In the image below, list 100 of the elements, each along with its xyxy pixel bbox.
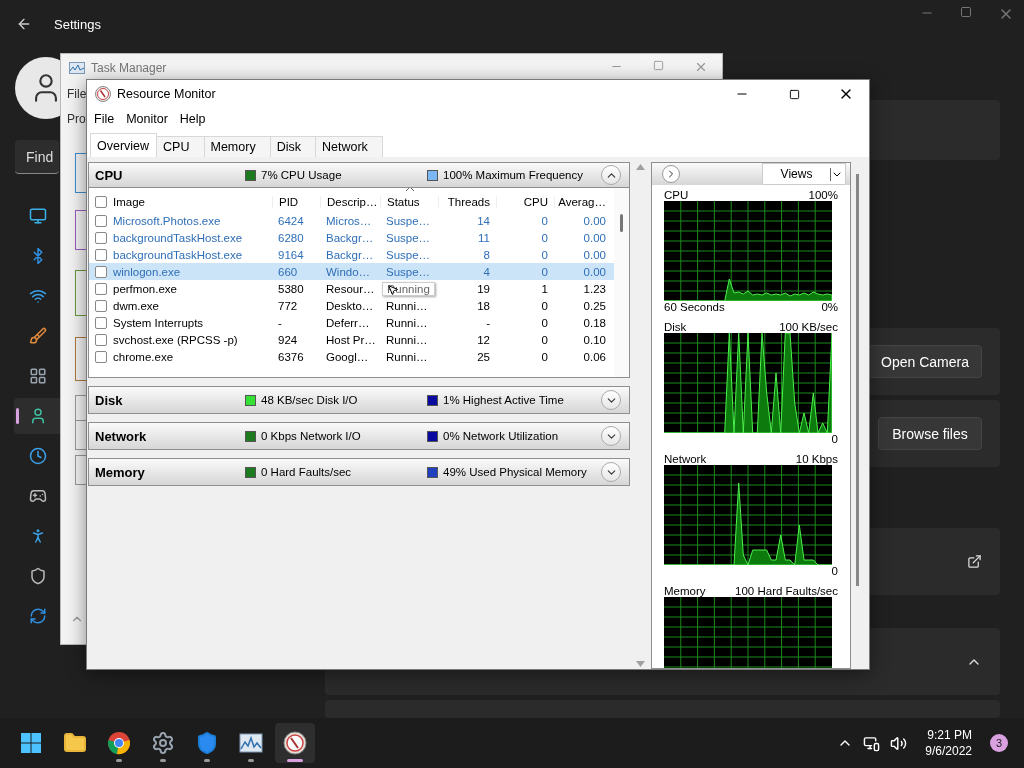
section-title: CPU: [95, 167, 124, 183]
process-row[interactable]: backgroundTaskHost.exe 6280 Backgr… Suspe… 11 0 0.00: [89, 229, 614, 246]
chart-icon: [239, 733, 263, 753]
column-header[interactable]: Averag…: [554, 196, 612, 208]
table-cell: 0.18: [583, 316, 606, 329]
checkbox[interactable]: [95, 214, 107, 227]
section-header[interactable]: Network 0 Kbps Network I/O 0% Network Utilization: [88, 422, 630, 450]
table-cell: 0: [541, 350, 548, 363]
checkbox[interactable]: [95, 196, 107, 208]
table-cell: 0.06: [583, 350, 606, 363]
process-row[interactable]: winlogon.exe 660 Windo… Suspe… 4 0 0.00: [89, 263, 614, 280]
external-link-icon[interactable]: [967, 554, 982, 569]
menu-item[interactable]: Pro: [61, 107, 86, 132]
notification-badge[interactable]: 3: [990, 734, 1008, 752]
column-header[interactable]: Threads: [438, 196, 496, 208]
section-title: Network: [95, 428, 148, 444]
tab[interactable]: Disk: [269, 136, 316, 157]
stat-text: 49% Used Physical Memory: [427, 466, 601, 478]
menu-item[interactable]: File: [61, 82, 87, 107]
back-icon[interactable]: [16, 16, 32, 32]
section-title: Memory: [95, 464, 146, 480]
process-row[interactable]: Microsoft.Photos.exe 6424 Micros… Suspe… 14 0 0.00: [89, 212, 614, 229]
checkbox[interactable]: [95, 231, 107, 244]
start-icon: [20, 732, 42, 754]
time-text: 9:21 PM: [927, 727, 972, 743]
tab[interactable]: Overview: [90, 133, 158, 157]
window-title: Task Manager: [91, 61, 167, 75]
table-cell: Resour…: [326, 282, 375, 295]
table-cell: perfmon.exe: [95, 282, 177, 295]
display-icon: [29, 207, 47, 225]
checkbox[interactable]: [95, 265, 107, 278]
tab[interactable]: Network: [314, 136, 383, 157]
volume-icon[interactable]: [890, 734, 908, 752]
table-cell: backgroundTaskHost.exe: [95, 231, 243, 244]
table-cell: 6424: [278, 214, 304, 227]
menu-item[interactable]: Monitor: [126, 112, 168, 126]
section-toggle[interactable]: [601, 426, 621, 446]
table-cell: 0: [541, 231, 548, 244]
process-row[interactable]: chrome.exe 6376 Googl… Runni… 25 0 0.06: [89, 348, 614, 365]
card-button[interactable]: Open Camera: [868, 345, 982, 378]
section-header[interactable]: CPU 7% CPU Usage 100% Maximum Frequency: [88, 162, 630, 188]
section-header[interactable]: Disk 48 KB/sec Disk I/O 1% Highest Active Time: [88, 386, 630, 414]
graph-scale: 0: [831, 433, 838, 445]
graph-scale: 100 Hard Faults/sec: [735, 585, 838, 597]
process-row[interactable]: dwm.exe 772 Deskto… Runni… 18 0 0.25: [89, 297, 614, 314]
tab[interactable]: Memory: [203, 136, 271, 157]
section-title: Disk: [95, 392, 124, 408]
section-toggle[interactable]: [601, 462, 621, 482]
clock[interactable]: 9:21 PM 9/6/2022: [925, 727, 972, 759]
scrollbar[interactable]: [614, 188, 629, 377]
scroll-up-icon[interactable]: [635, 164, 645, 170]
table-cell: 0: [541, 248, 548, 261]
maximize-icon[interactable]: [960, 6, 972, 18]
process-row[interactable]: System Interrupts - Deferr… Runni… - 0 0.18: [89, 314, 614, 331]
taskbar-button[interactable]: [275, 723, 315, 763]
process-row[interactable]: svchost.exe (RPCSS -p) 924 Host Pr… Runni… 12 0 0.10: [89, 331, 614, 348]
checkbox[interactable]: [95, 299, 107, 312]
table-cell: 5380: [278, 282, 304, 295]
window-title: Settings: [54, 16, 101, 32]
scroll-down-icon[interactable]: [635, 661, 645, 667]
checkbox[interactable]: [95, 333, 107, 346]
menu-item[interactable]: Help: [179, 112, 206, 126]
table-cell: Runni…: [386, 333, 428, 346]
table-cell: 0.25: [583, 299, 606, 312]
section-header[interactable]: Memory 0 Hard Faults/sec 49% Used Physical Memory: [88, 458, 630, 486]
column-header[interactable]: CPU: [496, 196, 554, 208]
graph-scale: 100%: [808, 189, 838, 201]
views-button[interactable]: Views: [762, 163, 846, 185]
column-header[interactable]: Descrip…: [320, 196, 380, 208]
search-field[interactable]: Find: [15, 140, 59, 174]
table-cell: 924: [278, 333, 298, 346]
expand-button[interactable]: [662, 165, 680, 183]
checkbox[interactable]: [95, 282, 107, 295]
column-header[interactable]: Image: [89, 196, 272, 208]
table-cell: 11: [478, 231, 490, 244]
table-cell: 0.00: [583, 231, 606, 244]
tab[interactable]: CPU: [156, 136, 205, 157]
table-cell: Runni…: [386, 299, 428, 312]
section-toggle[interactable]: [601, 165, 621, 185]
column-header[interactable]: Status: [380, 196, 438, 208]
graph-scale: 10 Kbps: [795, 453, 838, 465]
nav-item[interactable]: [14, 398, 62, 434]
scrollbar[interactable]: [632, 162, 648, 669]
process-row[interactable]: backgroundTaskHost.exe 9164 Backgr… Suspe… 8 0 0.00: [89, 246, 614, 263]
close-icon[interactable]: [694, 60, 708, 74]
checkbox[interactable]: [95, 316, 107, 329]
section-toggle[interactable]: [601, 390, 621, 410]
checkbox[interactable]: [95, 350, 107, 363]
table-cell: Backgr…: [326, 231, 374, 244]
table-cell: backgroundTaskHost.exe: [95, 248, 243, 261]
graph-label: 60 Seconds: [664, 301, 725, 313]
table-cell: 9164: [278, 248, 304, 261]
column-header[interactable]: PID: [272, 196, 320, 208]
card-button[interactable]: Browse files: [878, 417, 982, 450]
shield-icon: [29, 567, 47, 585]
checkbox[interactable]: [95, 248, 107, 261]
table-cell: 0: [541, 265, 548, 278]
table-cell: dwm.exe: [95, 299, 160, 312]
table-cell: Runni…: [386, 350, 428, 363]
menu-item[interactable]: File: [94, 112, 115, 126]
